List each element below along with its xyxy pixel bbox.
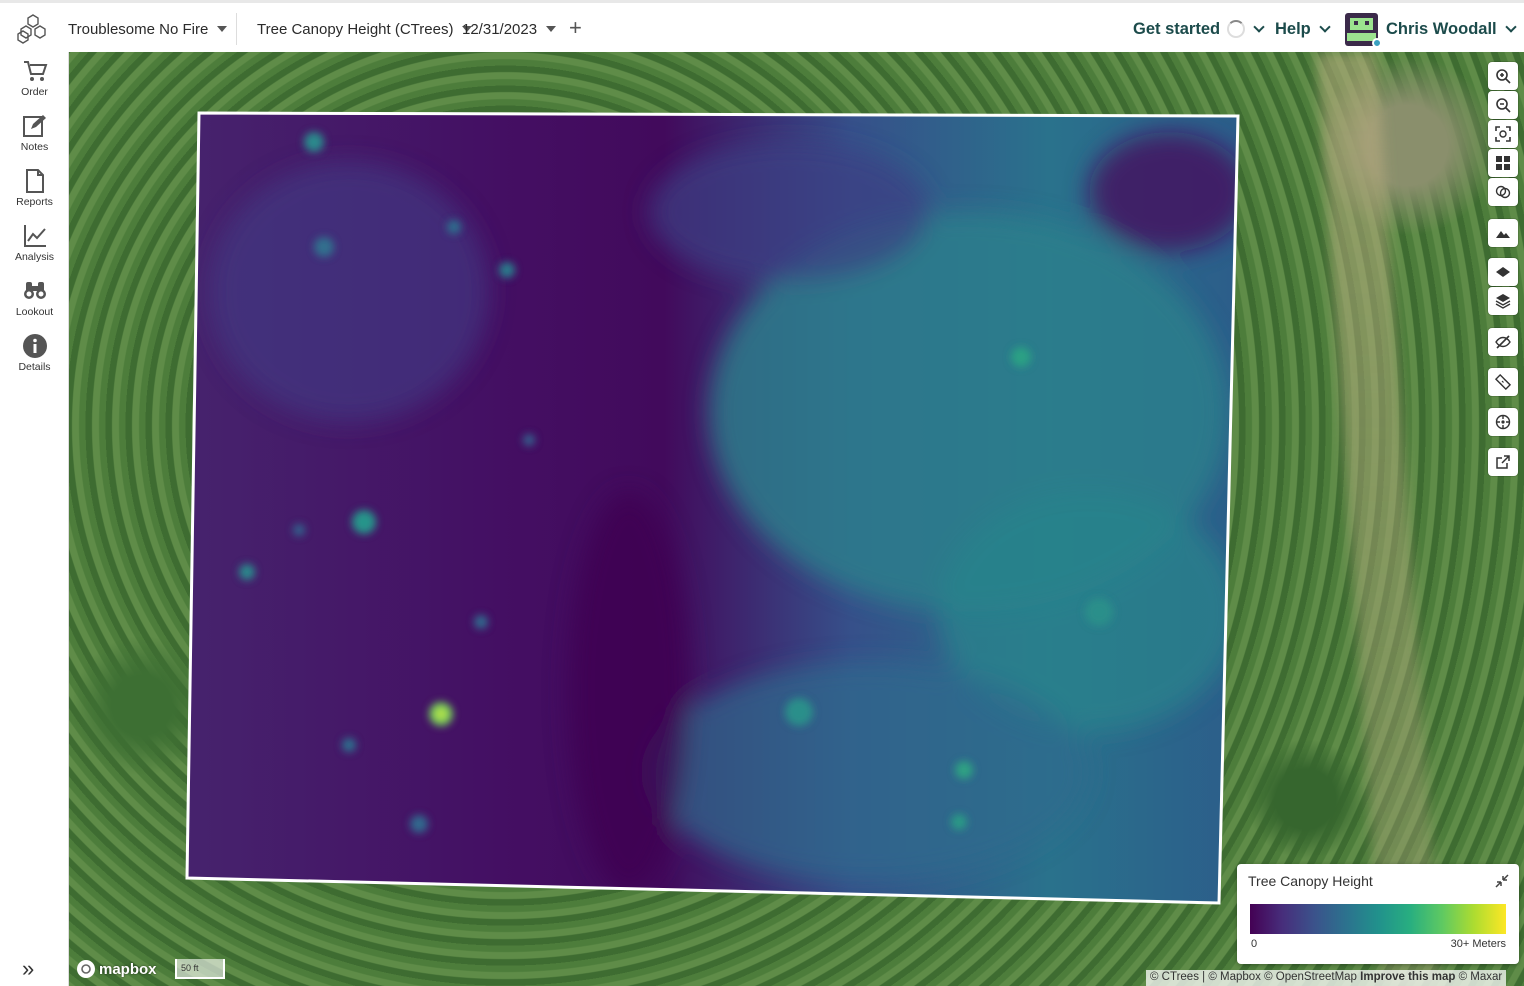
zoom-out-button[interactable] bbox=[1488, 91, 1518, 119]
improve-map-link[interactable]: Improve this map bbox=[1360, 971, 1455, 983]
chevron-down-icon bbox=[1319, 20, 1331, 33]
hide-icon bbox=[1495, 335, 1511, 349]
project-selector[interactable]: Troublesome No Fire bbox=[68, 3, 228, 55]
layers-icon bbox=[1495, 294, 1511, 309]
canopy-height-overlay bbox=[185, 111, 1240, 905]
grid-icon bbox=[1496, 156, 1510, 170]
date-selector[interactable]: 12/31/2023 bbox=[462, 3, 557, 55]
collapse-icon[interactable] bbox=[1493, 872, 1511, 890]
external-link-icon bbox=[1496, 455, 1510, 469]
ruler-icon bbox=[1495, 374, 1511, 390]
grid-button[interactable] bbox=[1488, 149, 1518, 177]
double-chevron-right-icon[interactable]: » bbox=[22, 956, 34, 982]
terrain-button[interactable] bbox=[1488, 219, 1518, 247]
sidebar-item-details[interactable]: Details bbox=[0, 333, 69, 383]
attribution-text: © CTrees | © Mapbox © OpenStreetMap bbox=[1150, 971, 1361, 983]
layer-selector[interactable]: Tree Canopy Height (CTrees) bbox=[257, 3, 473, 55]
hide-overlay-button[interactable] bbox=[1488, 328, 1518, 356]
map-view[interactable]: Tree Canopy Height 0 30+ Meters mapbox 5… bbox=[69, 52, 1524, 986]
fit-bounds-button[interactable] bbox=[1488, 120, 1518, 148]
layers-compare-icon bbox=[1495, 185, 1511, 199]
mapbox-text: mapbox bbox=[99, 960, 157, 978]
cart-icon bbox=[23, 61, 47, 81]
plus-icon[interactable]: + bbox=[569, 17, 582, 39]
compare-button[interactable] bbox=[1488, 178, 1518, 206]
project-name: Troublesome No Fire bbox=[68, 20, 209, 38]
sidebar-item-order[interactable]: Order bbox=[0, 58, 69, 108]
single-layer-button[interactable] bbox=[1488, 258, 1518, 286]
help-label: Help bbox=[1275, 19, 1311, 38]
status-dot bbox=[1372, 38, 1382, 48]
fit-bounds-icon bbox=[1495, 126, 1511, 142]
sidebar-item-label: Analysis bbox=[14, 251, 55, 263]
report-icon bbox=[25, 169, 44, 193]
external-link-button[interactable] bbox=[1488, 448, 1518, 476]
help-menu[interactable]: Help bbox=[1275, 3, 1331, 55]
date-value: 12/31/2023 bbox=[462, 20, 538, 38]
top-bar: Troublesome No Fire Tree Canopy Height (… bbox=[0, 0, 1524, 52]
legend-max-label: 30+ Meters bbox=[1450, 938, 1506, 950]
sidebar-item-label: Details bbox=[18, 361, 51, 373]
legend-title: Tree Canopy Height bbox=[1248, 873, 1373, 889]
sidebar-item-label: Notes bbox=[20, 141, 49, 153]
sidebar-item-analysis[interactable]: Analysis bbox=[0, 223, 69, 273]
get-started-label: Get started bbox=[1133, 19, 1221, 38]
notes-icon bbox=[22, 115, 46, 137]
zoom-in-button[interactable] bbox=[1488, 62, 1518, 90]
divider bbox=[236, 13, 237, 45]
target-icon bbox=[1495, 414, 1511, 430]
terrain-icon bbox=[1496, 231, 1510, 238]
layer-name: Tree Canopy Height (CTrees) bbox=[257, 20, 454, 38]
sidebar-item-lookout[interactable]: Lookout bbox=[0, 278, 69, 328]
caret-down-icon bbox=[217, 26, 228, 32]
legend-min-label: 0 bbox=[1251, 938, 1258, 950]
ruler-button[interactable] bbox=[1488, 368, 1518, 396]
legend-panel: Tree Canopy Height 0 30+ Meters bbox=[1237, 864, 1519, 964]
app-logo-icon[interactable] bbox=[16, 14, 50, 44]
scale-bar: 50 ft bbox=[175, 959, 225, 979]
sidebar-item-label: Reports bbox=[16, 196, 53, 208]
chevron-down-icon bbox=[1504, 20, 1517, 33]
user-menu[interactable]: Chris Woodall bbox=[1386, 3, 1517, 55]
maxar-credit: © Maxar bbox=[1455, 971, 1503, 983]
sidebar-item-label: Order bbox=[21, 86, 48, 98]
zoom-out-icon bbox=[1496, 98, 1511, 113]
single-layer-icon bbox=[1496, 267, 1510, 277]
binoculars-icon bbox=[23, 282, 46, 299]
zoom-in-icon bbox=[1496, 69, 1511, 84]
info-icon bbox=[22, 334, 47, 358]
target-button[interactable] bbox=[1488, 408, 1518, 436]
sidebar-item-notes[interactable]: Notes bbox=[0, 113, 69, 163]
chevron-down-icon bbox=[1253, 20, 1265, 33]
analysis-icon bbox=[23, 225, 46, 247]
get-started-menu[interactable]: Get started bbox=[1133, 3, 1265, 55]
layers-button[interactable] bbox=[1488, 287, 1518, 315]
progress-spinner-icon bbox=[1227, 20, 1246, 38]
caret-down-icon bbox=[546, 26, 557, 32]
mapbox-icon bbox=[77, 960, 95, 978]
map-attribution: © CTrees | © Mapbox © OpenStreetMap Impr… bbox=[1146, 970, 1507, 986]
legend-color-ramp bbox=[1250, 904, 1506, 934]
user-name: Chris Woodall bbox=[1386, 19, 1497, 38]
sidebar-item-label: Lookout bbox=[15, 306, 54, 318]
mapbox-logo[interactable]: mapbox bbox=[77, 960, 157, 978]
sidebar: Order Notes Reports Analysis Lookout Det… bbox=[0, 52, 69, 986]
sidebar-item-reports[interactable]: Reports bbox=[0, 168, 69, 218]
